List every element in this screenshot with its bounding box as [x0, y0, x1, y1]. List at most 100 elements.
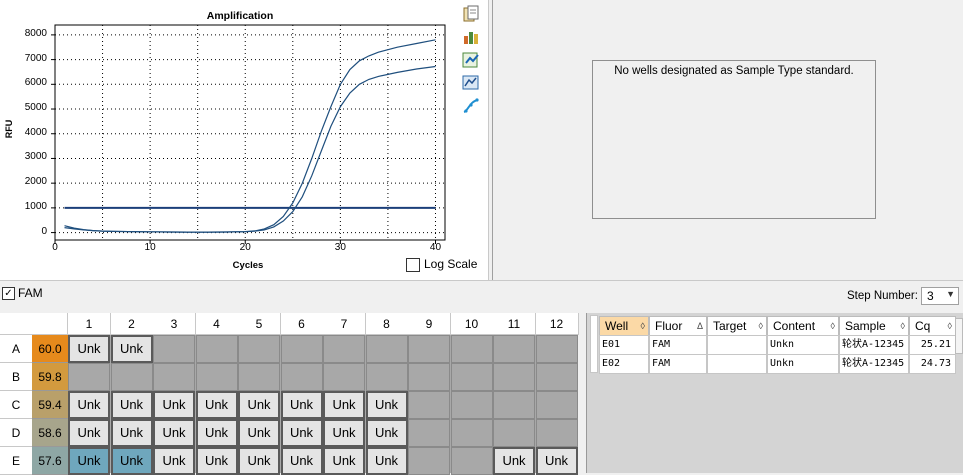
plate-well[interactable]	[323, 363, 365, 391]
table-cell[interactable]: 24.73	[909, 354, 956, 374]
plate-well[interactable]	[238, 363, 280, 391]
table-cell[interactable]: E01	[599, 335, 649, 355]
plate-well[interactable]	[450, 335, 493, 363]
plate-well[interactable]: Unk	[280, 447, 323, 475]
plate-well[interactable]: Unk	[68, 335, 110, 363]
plate-well[interactable]: Unk	[280, 419, 323, 447]
column-header-sample[interactable]: Sample ◊	[839, 316, 909, 336]
table-cell[interactable]	[707, 354, 767, 374]
plate-well[interactable]: Unk	[68, 447, 110, 475]
plate-column-header[interactable]: 8	[365, 313, 409, 335]
plate-well[interactable]: Unk	[365, 391, 408, 419]
plate-column-header[interactable]: 7	[323, 313, 366, 335]
plate-column-header[interactable]: 6	[280, 313, 324, 335]
plate-column-header[interactable]: 1	[68, 313, 111, 335]
plate-well[interactable]: Unk	[110, 335, 153, 363]
plate-well[interactable]	[280, 335, 323, 363]
plate-well[interactable]	[408, 391, 450, 419]
plate-well[interactable]	[493, 391, 535, 419]
table-cell[interactable]: FAM	[649, 354, 707, 374]
column-header-content[interactable]: Content ◊	[767, 316, 839, 336]
plate-well[interactable]	[450, 363, 493, 391]
table-cell[interactable]: E02	[599, 354, 649, 374]
plate-well[interactable]: Unk	[238, 391, 280, 419]
table-cell[interactable]: 轮状A-12345	[839, 354, 909, 374]
plate-well[interactable]: Unk	[238, 447, 280, 475]
plate-well[interactable]	[280, 363, 323, 391]
plate-well[interactable]: Unk	[153, 391, 195, 419]
plate-well[interactable]	[450, 447, 493, 475]
plate-well[interactable]: Unk	[195, 447, 238, 475]
plate-well[interactable]: Unk	[153, 419, 195, 447]
plate-well[interactable]	[365, 335, 408, 363]
plate-well[interactable]	[493, 419, 535, 447]
plate-well[interactable]	[195, 335, 238, 363]
table-scrollbar[interactable]	[955, 318, 963, 354]
plate-well[interactable]	[450, 391, 493, 419]
plate-well[interactable]: Unk	[68, 419, 110, 447]
column-header-target[interactable]: Target ◊	[707, 316, 767, 336]
plate-well[interactable]	[408, 447, 450, 475]
plate-well[interactable]	[493, 363, 535, 391]
plate-row-header[interactable]: D	[0, 419, 32, 447]
plate-well[interactable]	[493, 335, 535, 363]
plate-well[interactable]	[153, 335, 195, 363]
plate-well[interactable]: Unk	[323, 447, 365, 475]
plate-well[interactable]	[110, 363, 153, 391]
plate-well[interactable]	[238, 335, 280, 363]
plate-well[interactable]: Unk	[238, 419, 280, 447]
step-number-select[interactable]: 3 ▼	[921, 287, 959, 305]
plate-well[interactable]	[68, 363, 110, 391]
plate-row-header[interactable]: E	[0, 447, 32, 475]
plate-column-header[interactable]: 12	[535, 313, 579, 335]
fit-curve-icon[interactable]	[462, 97, 480, 115]
plate-well[interactable]	[408, 419, 450, 447]
plate-well[interactable]: Unk	[323, 419, 365, 447]
fam-checkbox[interactable]: ✓	[2, 287, 15, 300]
export-icon[interactable]	[462, 28, 480, 46]
plate-row-header[interactable]: B	[0, 363, 32, 391]
plate-column-header[interactable]: 5	[238, 313, 281, 335]
copy-icon[interactable]	[462, 5, 480, 23]
plate-well[interactable]	[365, 363, 408, 391]
plate-row-header[interactable]: C	[0, 391, 32, 419]
plate-well[interactable]	[535, 419, 578, 447]
plate-column-header[interactable]: 9	[408, 313, 451, 335]
plate-well[interactable]	[323, 335, 365, 363]
table-cell[interactable]: FAM	[649, 335, 707, 355]
plate-column-header[interactable]: 10	[450, 313, 494, 335]
plate-column-header[interactable]: 11	[493, 313, 536, 335]
table-cell[interactable]: 轮状A-12345	[839, 335, 909, 355]
plate-well[interactable]: Unk	[110, 419, 153, 447]
plate-well[interactable]: Unk	[365, 419, 408, 447]
plate-well[interactable]: Unk	[323, 391, 365, 419]
plate-well[interactable]: Unk	[68, 391, 110, 419]
plate-well[interactable]	[535, 335, 578, 363]
amplification-plot[interactable]	[0, 0, 488, 280]
plate-well[interactable]	[535, 363, 578, 391]
plate-well[interactable]: Unk	[110, 391, 153, 419]
column-header-fluor[interactable]: Fluor Δ	[649, 316, 707, 336]
plate-well[interactable]: Unk	[195, 391, 238, 419]
export-chart-icon[interactable]	[462, 51, 480, 69]
plate-well[interactable]	[408, 363, 450, 391]
plate-well[interactable]: Unk	[493, 447, 535, 475]
table-cell[interactable]	[707, 335, 767, 355]
table-cell[interactable]: Unkn	[767, 335, 839, 355]
plate-column-header[interactable]: 3	[153, 313, 196, 335]
column-header-well[interactable]: Well ◊	[599, 316, 649, 336]
table-cell[interactable]: 25.21	[909, 335, 956, 355]
plate-well[interactable]	[408, 335, 450, 363]
table-row-selector[interactable]	[590, 315, 598, 373]
plate-well[interactable]	[195, 363, 238, 391]
plate-well[interactable]: Unk	[153, 447, 195, 475]
plate-well[interactable]: Unk	[280, 391, 323, 419]
plate-well[interactable]: Unk	[535, 447, 578, 475]
plate-well[interactable]: Unk	[365, 447, 408, 475]
log-scale-checkbox[interactable]	[406, 258, 420, 272]
chart-settings-icon[interactable]	[462, 74, 480, 92]
plate-column-header[interactable]: 4	[195, 313, 239, 335]
plate-well[interactable]: Unk	[195, 419, 238, 447]
plate-column-header[interactable]: 2	[110, 313, 154, 335]
column-header-cq[interactable]: Cq ◊	[909, 316, 956, 336]
